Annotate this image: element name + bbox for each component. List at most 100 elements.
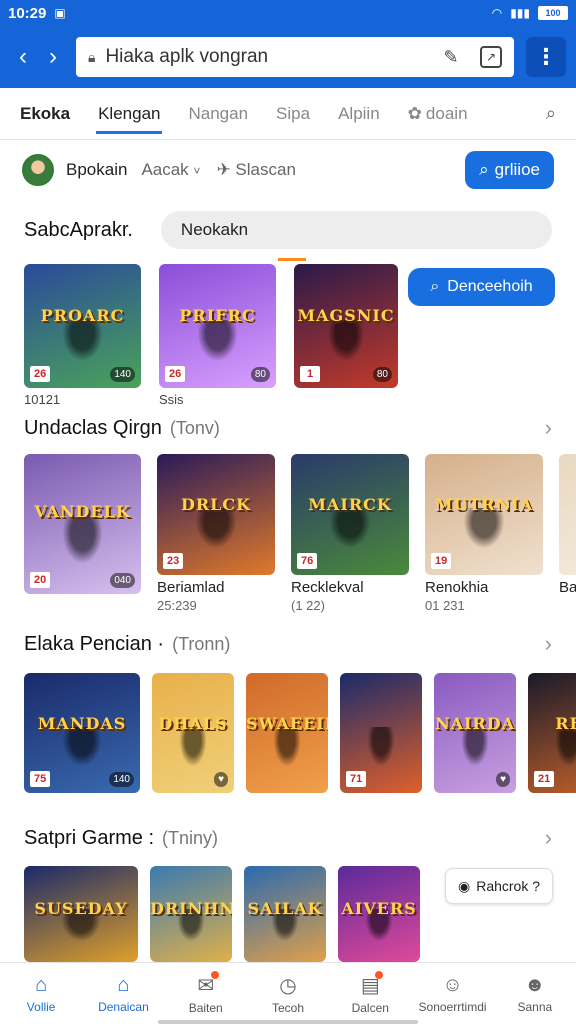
game-tile[interactable]: DRLCK 23 Beriamlad 25:239 — [157, 454, 275, 619]
home-indicator — [158, 1020, 418, 1024]
game-character — [59, 517, 106, 569]
game-card[interactable]: SAILAK — [244, 866, 326, 962]
nav-profile[interactable]: ☻ Sanna — [494, 963, 576, 1024]
mic-icon[interactable]: ✎ — [440, 46, 462, 68]
avatar[interactable] — [22, 154, 54, 186]
nav-calendar[interactable]: ▤ Dalcen — [329, 963, 411, 1024]
nav-community[interactable]: ☺ Sonoerrtimdi — [411, 963, 493, 1024]
category-label: Aacak — [141, 160, 189, 179]
browser-toolbar: ‹ › 🔒︎ Hiaka aplk vongran ✎ ↗ ⋮ — [0, 26, 576, 88]
game-card[interactable]: DRLCK 23 — [157, 454, 275, 575]
game-character — [270, 727, 304, 772]
game-card[interactable]: MANDAS 75 140 — [24, 673, 140, 793]
gallery-icon: ▣ — [54, 6, 66, 20]
game-character — [552, 727, 576, 772]
flower-icon: ✿ — [407, 103, 422, 123]
game-card[interactable]: DRINHN — [150, 866, 232, 962]
url-text: Hiaka aplk vongran — [105, 46, 269, 67]
tab-sipa[interactable]: Sipa — [276, 92, 310, 136]
tabs-icon[interactable]: ↗ — [480, 46, 502, 68]
game-art-title: SUSEDAY — [34, 898, 128, 918]
tab-nangan[interactable]: Nangan — [188, 92, 248, 136]
nav-clock[interactable]: ◷ Tecoh — [247, 963, 329, 1024]
home-icon: ⌂ — [35, 973, 48, 996]
game-character — [59, 319, 106, 366]
section-header-satpri[interactable]: Satpri Garme : (Tniny) › — [0, 818, 576, 858]
search-icon[interactable]: ⌕ — [546, 103, 556, 124]
forward-icon[interactable]: › — [38, 43, 68, 71]
game-card[interactable]: DHALS ♥ — [152, 673, 234, 793]
nav-label: Denaican — [98, 999, 149, 1014]
nav-label: Sanna — [517, 999, 553, 1014]
discover-button[interactable]: ⌕ Denceehoih — [408, 268, 555, 306]
game-card[interactable]: NAIRDA ♥ — [434, 673, 516, 793]
game-tile[interactable]: VANDELK 20 040 — [24, 454, 141, 619]
signal-icon: ▮▮▮ — [510, 6, 530, 20]
bottom-nav: ⌂ Vollie ⌂ Denaican ✉ Baiten ◷ Tecoh ▤ Dalcen… — [0, 962, 576, 1024]
game-row-2: MANDAS 75 140 DHALS ♥ SWAEEID 71 NAIRDA ♥ RE 21 — [0, 673, 576, 795]
game-card[interactable]: VANDELK 20 040 — [24, 454, 141, 594]
nav-label: Baiten — [188, 1000, 223, 1015]
clock-icon: ◷ — [279, 974, 297, 997]
lock-icon: 🔒︎ — [88, 48, 96, 65]
url-bar[interactable]: 🔒︎ Hiaka aplk vongran ✎ ↗ — [76, 37, 514, 77]
game-card[interactable]: MUTRNIA 19 — [425, 454, 543, 575]
nav-store[interactable]: ⌂ Denaican — [82, 963, 164, 1024]
game-character — [364, 727, 398, 772]
game-meta: 01 231 — [425, 598, 465, 613]
game-art-title: RE — [555, 713, 576, 733]
section-subtitle: (Tonv) — [169, 417, 220, 438]
pin-icon: ✈︎ — [216, 160, 231, 179]
user-stat: ✈︎ Slascan — [216, 160, 295, 180]
tab-alpiin[interactable]: Alpiin — [338, 92, 380, 136]
game-card[interactable]: SUSEDAY — [24, 866, 138, 962]
back-icon[interactable]: ‹ — [8, 43, 38, 71]
game-tile[interactable]: Ba — [559, 454, 576, 619]
game-card[interactable]: RE 21 — [528, 673, 576, 793]
category-dropdown[interactable]: Aacak ˅ — [141, 160, 200, 180]
tab-doain[interactable]: ✿ doain — [408, 92, 468, 136]
game-card[interactable]: MAGSNIC 1 80 — [294, 264, 398, 388]
search-section-title: SabcAprakr. — [24, 218, 133, 241]
game-card[interactable] — [559, 454, 576, 575]
nav-label: Sonoerrtimdi — [418, 999, 487, 1014]
nav-label: Tecoh — [271, 1000, 304, 1015]
category-tabs: Ekoka Klengan Nangan Sipa Alpiin ✿ doain … — [0, 88, 576, 140]
game-character — [325, 319, 367, 366]
play-button[interactable]: ◉ Rahcrok ? — [445, 868, 553, 904]
game-card[interactable]: MAIRCK 76 — [291, 454, 409, 575]
count-badge: ♥ — [214, 772, 228, 787]
game-card[interactable]: PRIFRC 26 80 — [159, 264, 276, 388]
tab-klengan[interactable]: Klengan — [96, 92, 163, 136]
game-card[interactable]: AIVERS — [338, 866, 420, 962]
count-badge: 80 — [250, 367, 270, 382]
game-character — [194, 319, 241, 366]
section-header-elaka[interactable]: Elaka Pencian · (Tronn) › — [0, 624, 576, 664]
user-row: Bpokain Aacak ˅ ✈︎ Slascan ⌕ grliioe — [0, 142, 576, 198]
rating-badge: 26 — [165, 366, 186, 382]
chevron-right-icon[interactable]: › — [545, 631, 552, 657]
search-input[interactable]: Neokakn — [160, 211, 552, 249]
section-subtitle: (Tronn) — [172, 633, 231, 654]
game-card[interactable]: 71 — [340, 673, 422, 793]
game-tile[interactable]: MAIRCK 76 Recklekval (1 22) — [291, 454, 409, 619]
rating-badge: 19 — [431, 553, 452, 569]
game-card[interactable]: SWAEEID — [246, 673, 328, 793]
status-time: 10:29 — [8, 4, 47, 22]
search-section: SabcAprakr. Neokakn PROARC 26 140 PRIFRC 26 8… — [0, 200, 576, 430]
game-tile[interactable]: MUTRNIA 19 Renokhia 01 231 — [425, 454, 543, 619]
game-card[interactable]: PROARC 26 140 — [24, 264, 141, 388]
overflow-menu-button[interactable]: ⋮ — [526, 37, 566, 77]
chevron-right-icon[interactable]: › — [545, 415, 552, 441]
store-icon: ⌂ — [117, 973, 130, 996]
section-subtitle: (Tniny) — [162, 827, 219, 848]
section-header-undaclas[interactable]: Undaclas Qirgn (Tonv) › — [0, 408, 576, 448]
game-art-title: NAIRDA — [434, 713, 516, 733]
chevron-right-icon[interactable]: › — [545, 825, 552, 851]
rating-badge: 26 — [30, 366, 51, 382]
search-action-button[interactable]: ⌕ grliioe — [465, 151, 554, 189]
nav-inbox[interactable]: ✉ Baiten — [165, 963, 247, 1024]
nav-home[interactable]: ⌂ Vollie — [0, 963, 82, 1024]
tab-ekoka[interactable]: Ekoka — [20, 92, 70, 136]
game-art-title: VANDELK — [34, 501, 131, 521]
